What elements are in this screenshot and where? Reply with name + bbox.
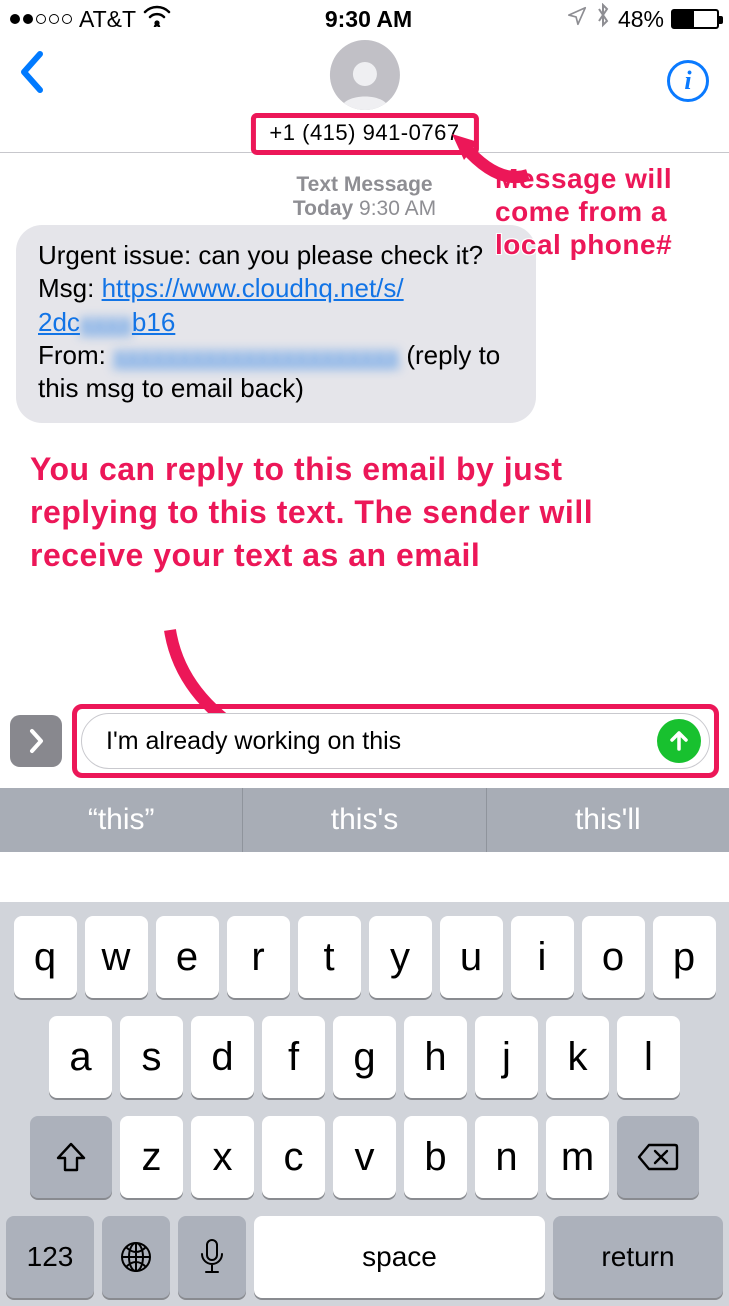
key-g[interactable]: g xyxy=(333,1016,396,1098)
message-input[interactable] xyxy=(106,727,657,756)
key-z[interactable]: z xyxy=(120,1116,183,1198)
key-w[interactable]: w xyxy=(85,916,148,998)
back-button[interactable] xyxy=(18,50,44,95)
annotation-arrow-top xyxy=(448,130,538,200)
suggestion-2[interactable]: this's xyxy=(243,788,486,852)
return-key[interactable]: return xyxy=(553,1216,723,1298)
from-email[interactable]: xxxxxxxxxxxxxxxxxxxxxx xyxy=(113,340,399,370)
contact-phone[interactable]: +1 (415) 941-0767 xyxy=(250,113,478,155)
send-button[interactable] xyxy=(657,719,701,763)
key-d[interactable]: d xyxy=(191,1016,254,1098)
key-n[interactable]: n xyxy=(475,1116,538,1198)
key-q[interactable]: q xyxy=(14,916,77,998)
key-c[interactable]: c xyxy=(262,1116,325,1198)
compose-highlight xyxy=(72,704,719,778)
key-m[interactable]: m xyxy=(546,1116,609,1198)
bluetooth-icon xyxy=(595,3,611,35)
battery-pct: 48% xyxy=(618,6,664,33)
key-e[interactable]: e xyxy=(156,916,219,998)
battery-icon xyxy=(671,9,719,29)
key-j[interactable]: j xyxy=(475,1016,538,1098)
clock: 9:30 AM xyxy=(325,6,412,33)
key-x[interactable]: x xyxy=(191,1116,254,1198)
key-t[interactable]: t xyxy=(298,916,361,998)
apps-button[interactable] xyxy=(10,715,62,767)
suggestion-1[interactable]: “this” xyxy=(0,788,243,852)
globe-key[interactable] xyxy=(102,1216,170,1298)
msg-line1: Urgent issue: can you please check it? xyxy=(38,240,483,270)
key-f[interactable]: f xyxy=(262,1016,325,1098)
key-a[interactable]: a xyxy=(49,1016,112,1098)
key-r[interactable]: r xyxy=(227,916,290,998)
shift-key[interactable] xyxy=(30,1116,112,1198)
key-h[interactable]: h xyxy=(404,1016,467,1098)
incoming-message-bubble[interactable]: Urgent issue: can you please check it? M… xyxy=(16,225,536,423)
from-label: From: xyxy=(38,340,113,370)
compose-bar xyxy=(0,696,729,788)
key-row-2: asdfghjkl xyxy=(6,1016,723,1098)
msg-label: Msg: xyxy=(38,273,102,303)
key-k[interactable]: k xyxy=(546,1016,609,1098)
status-bar: AT&T 9:30 AM 48% xyxy=(0,0,729,38)
signal-dots xyxy=(10,14,72,24)
annotation-reply-info: You can reply to this email by just repl… xyxy=(30,448,670,578)
space-key[interactable]: space xyxy=(254,1216,545,1298)
key-i[interactable]: i xyxy=(511,916,574,998)
keyboard: qwertyuiop asdfghjkl zxcvbnm 123 space r… xyxy=(0,902,729,1306)
key-o[interactable]: o xyxy=(582,916,645,998)
numbers-key[interactable]: 123 xyxy=(6,1216,94,1298)
location-icon xyxy=(566,5,588,33)
key-v[interactable]: v xyxy=(333,1116,396,1198)
key-l[interactable]: l xyxy=(617,1016,680,1098)
key-row-3: zxcvbnm xyxy=(6,1116,723,1198)
key-row-1: qwertyuiop xyxy=(6,916,723,998)
key-s[interactable]: s xyxy=(120,1016,183,1098)
suggestion-3[interactable]: this'll xyxy=(487,788,729,852)
conversation-header: +1 (415) 941-0767 i xyxy=(0,38,729,153)
key-u[interactable]: u xyxy=(440,916,503,998)
key-p[interactable]: p xyxy=(653,916,716,998)
carrier-label: AT&T xyxy=(79,6,136,33)
key-b[interactable]: b xyxy=(404,1116,467,1198)
backspace-key[interactable] xyxy=(617,1116,699,1198)
contact-avatar[interactable] xyxy=(329,40,399,110)
key-y[interactable]: y xyxy=(369,916,432,998)
wifi-icon xyxy=(143,5,171,33)
quicktype-bar: “this” this's this'll xyxy=(0,788,729,852)
key-row-4: 123 space return xyxy=(6,1216,723,1298)
dictation-key[interactable] xyxy=(178,1216,246,1298)
details-button[interactable]: i xyxy=(667,60,709,102)
